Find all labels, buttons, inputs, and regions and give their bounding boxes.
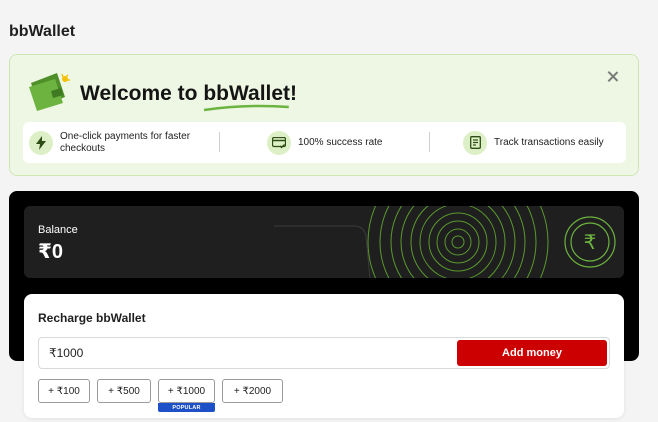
rings-decoration-icon: ₹ bbox=[274, 206, 616, 278]
amount-input[interactable] bbox=[49, 338, 429, 368]
balance-value: ₹0 bbox=[38, 241, 64, 263]
rupee-symbol-icon: ₹ bbox=[584, 230, 597, 254]
page-title: bbWallet bbox=[9, 23, 76, 40]
welcome-title: Welcome to bbWallet! bbox=[80, 82, 298, 112]
recharge-title: Recharge bbWallet bbox=[38, 311, 146, 325]
chip-2000[interactable]: + ₹2000 bbox=[222, 379, 283, 403]
feature-success-rate: 100% success rate bbox=[267, 122, 383, 163]
feature-text-line1: One-click payments for faster bbox=[60, 130, 191, 142]
feature-text: One-click payments for faster checkouts bbox=[60, 131, 190, 155]
feature-text: 100% success rate bbox=[298, 136, 383, 148]
chip-100[interactable]: + ₹100 bbox=[38, 379, 90, 403]
brand-text: bbWallet bbox=[203, 82, 291, 105]
welcome-title-brand: bbWallet bbox=[203, 82, 291, 112]
divider bbox=[429, 132, 430, 152]
divider bbox=[219, 132, 220, 152]
feature-one-click: One-click payments for faster checkouts bbox=[29, 122, 209, 163]
underline-swoosh-icon bbox=[204, 104, 290, 112]
feature-track-transactions: Track transactions easily bbox=[463, 122, 604, 163]
chip-1000[interactable]: + ₹1000 bbox=[158, 379, 215, 403]
close-icon[interactable] bbox=[604, 68, 622, 86]
welcome-title-prefix: Welcome to bbox=[80, 82, 204, 105]
balance-panel: ₹ Balance ₹0 bbox=[24, 206, 624, 278]
popular-badge: POPULAR bbox=[158, 403, 215, 412]
amount-row: Add money bbox=[38, 337, 610, 369]
lightning-icon bbox=[29, 130, 53, 155]
chip-500[interactable]: + ₹500 bbox=[97, 379, 151, 403]
welcome-banner: Welcome to bbWallet! One-click payments … bbox=[9, 54, 639, 176]
balance-label: Balance bbox=[38, 224, 78, 236]
wallet-logo-icon bbox=[29, 73, 70, 111]
card-check-icon bbox=[267, 130, 291, 155]
feature-text: Track transactions easily bbox=[494, 136, 604, 148]
features-strip: One-click payments for faster checkouts 1… bbox=[23, 122, 626, 163]
add-money-button[interactable]: Add money bbox=[457, 340, 607, 366]
receipt-icon bbox=[463, 130, 487, 155]
feature-text-line2: checkouts bbox=[60, 142, 106, 154]
welcome-title-suffix: ! bbox=[290, 82, 298, 105]
recharge-card: Recharge bbWallet Add money + ₹100 + ₹50… bbox=[24, 294, 624, 418]
